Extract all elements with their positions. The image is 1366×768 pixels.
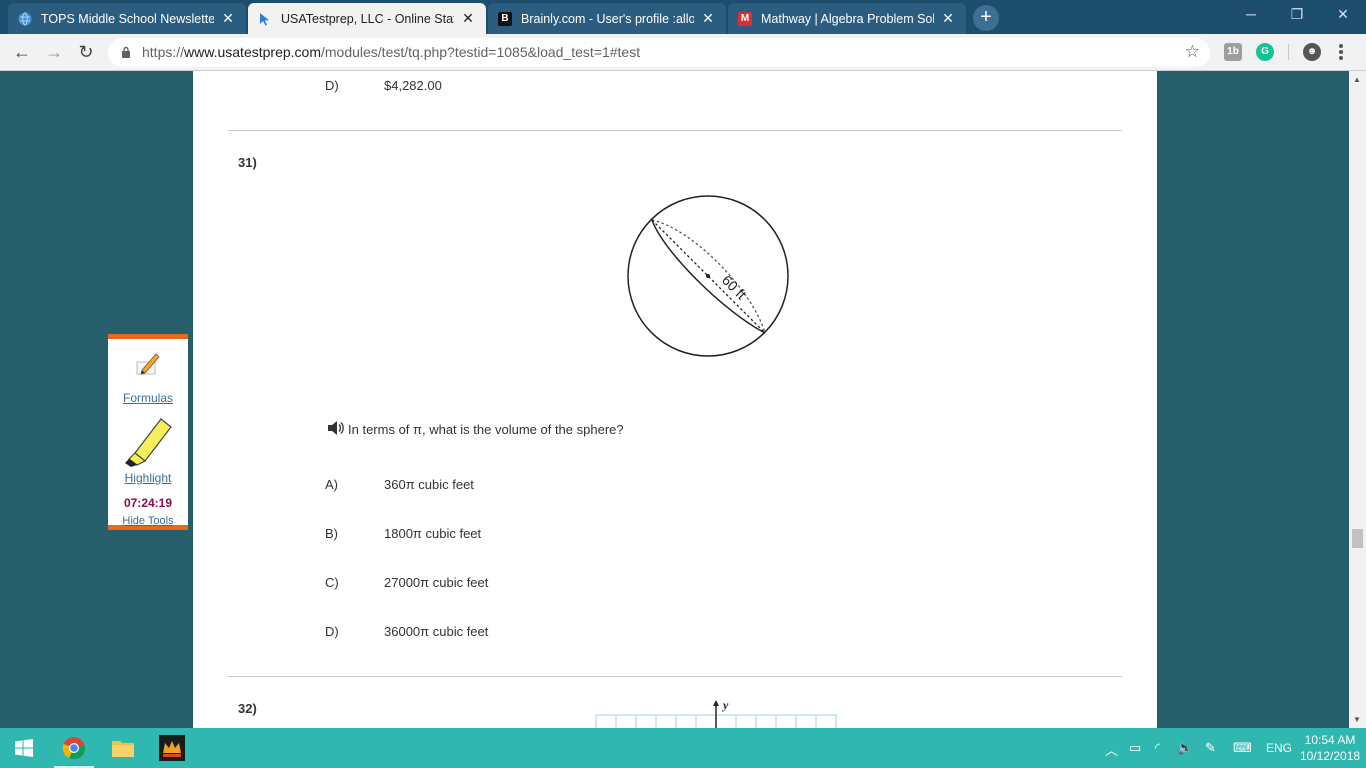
language-indicator[interactable]: ENG (1266, 741, 1292, 755)
tab-title: TOPS Middle School Newsletter (41, 11, 214, 26)
prev-option-text[interactable]: $4,282.00 (384, 78, 442, 93)
back-arrow-icon[interactable]: ← (11, 41, 33, 63)
sphere-diagram: 60 ft (627, 195, 789, 357)
close-tab-icon[interactable]: ✕ (700, 10, 716, 27)
test-timer: 07:24:19 (123, 496, 173, 510)
lock-icon (122, 46, 130, 58)
close-tab-icon[interactable]: ✕ (940, 10, 956, 27)
globe-icon (18, 11, 32, 26)
minimize-icon[interactable]: ─ (1241, 6, 1261, 22)
close-tab-icon[interactable]: ✕ (460, 10, 476, 27)
option-c-letter[interactable]: C) (325, 575, 339, 590)
chrome-taskbar-icon[interactable] (50, 728, 98, 768)
pen-icon[interactable]: ✎ (1205, 740, 1216, 756)
volume-icon[interactable]: 🔈 (1177, 740, 1193, 756)
y-axis-label: y (721, 698, 729, 712)
tab-strip: TOPS Middle School Newsletter ✕ USATestp… (0, 0, 1366, 34)
option-a-letter[interactable]: A) (325, 477, 338, 492)
option-d-text[interactable]: 36000π cubic feet (384, 624, 488, 639)
brainly-logo-icon: B (498, 11, 512, 26)
windows-start-icon[interactable] (0, 728, 48, 768)
kebab-menu-icon[interactable] (1338, 43, 1344, 61)
clock-time: 10:54 AM (1304, 733, 1356, 747)
clock-date: 10/12/2018 (1300, 749, 1361, 763)
show-hidden-icons-icon[interactable]: ︿ (1105, 740, 1118, 759)
reload-icon[interactable]: ↻ (75, 41, 97, 63)
question-number: 31) (238, 155, 257, 170)
option-b-text[interactable]: 1800π cubic feet (384, 526, 481, 541)
url-scheme: https:// (142, 44, 185, 60)
tab-tops-newsletter[interactable]: TOPS Middle School Newsletter ✕ (8, 3, 246, 34)
option-b-letter[interactable]: B) (325, 526, 338, 541)
next-question-number: 32) (238, 701, 257, 716)
question-divider (228, 676, 1122, 677)
tab-title: Brainly.com - User's profile :allonsoc (521, 11, 694, 26)
scroll-down-icon[interactable]: ▼ (1353, 715, 1361, 724)
page-scrollbar[interactable]: ▲ ▼ (1349, 71, 1366, 728)
wifi-icon[interactable]: ◜ (1155, 740, 1160, 756)
tab-title: USATestprep, LLC - Online State-Specific (281, 11, 454, 26)
file-explorer-icon[interactable] (99, 728, 147, 768)
battery-icon[interactable]: ▭ (1129, 740, 1141, 756)
forward-arrow-icon[interactable]: → (43, 41, 65, 63)
extension-1b-icon[interactable]: 1b (1224, 43, 1242, 61)
tab-usatestprep[interactable]: USATestprep, LLC - Online State-Specific… (248, 3, 486, 34)
game-app-icon[interactable] (148, 728, 196, 768)
toolbar-separator (1288, 44, 1289, 60)
diameter-label: 60 ft (719, 272, 750, 303)
test-page: D) $4,282.00 31) 60 ft In terms of π, wh… (193, 71, 1157, 728)
url-text: https://www.usatestprep.com/modules/test… (142, 44, 640, 60)
keyboard-icon[interactable]: ⌨ (1233, 740, 1252, 756)
formulas-link[interactable]: Formulas (108, 391, 188, 405)
question-text: In terms of π, what is the volume of the… (348, 422, 624, 437)
option-c-text[interactable]: 27000π cubic feet (384, 575, 488, 590)
speaker-icon[interactable] (327, 420, 345, 436)
scroll-thumb[interactable] (1352, 529, 1363, 548)
taskbar-clock[interactable]: 10:54 AM 10/12/2018 (1300, 732, 1360, 764)
address-bar[interactable]: https://www.usatestprep.com/modules/test… (108, 38, 1210, 67)
highlighter-icon[interactable] (121, 413, 175, 467)
cursor-arrow-icon (258, 12, 272, 26)
bookmark-star-icon[interactable]: ☆ (1185, 42, 1200, 62)
tab-title: Mathway | Algebra Problem Solver (761, 11, 934, 26)
question-divider (228, 130, 1122, 131)
mathway-logo-icon: M (738, 11, 752, 26)
new-tab-button[interactable]: + (973, 5, 999, 31)
coordinate-grid: y (595, 698, 837, 728)
windows-taskbar: ︿ ▭ ◜ 🔈 ✎ ⌨ ENG 10:54 AM 10/12/2018 (0, 728, 1366, 768)
prev-option-letter: D) (325, 78, 339, 93)
browser-toolbar: ← → ↻ https://www.usatestprep.com/module… (0, 34, 1366, 71)
close-tab-icon[interactable]: ✕ (220, 10, 236, 27)
tools-panel: Formulas Highlight 07:24:19 Hide Tools (108, 334, 188, 530)
option-a-text[interactable]: 360π cubic feet (384, 477, 474, 492)
pencil-icon[interactable] (134, 350, 162, 378)
option-d-letter[interactable]: D) (325, 624, 339, 639)
restore-icon[interactable]: ❐ (1287, 6, 1307, 23)
hide-tools-link[interactable]: Hide Tools (108, 515, 188, 527)
scroll-up-icon[interactable]: ▲ (1353, 75, 1361, 84)
tab-brainly[interactable]: B Brainly.com - User's profile :allonsoc… (488, 3, 726, 34)
highlight-link[interactable]: Highlight (108, 471, 188, 485)
url-host: www.usatestprep.com (184, 44, 321, 60)
close-window-icon[interactable]: ✕ (1333, 6, 1353, 23)
profile-avatar-icon[interactable]: ☻ (1303, 43, 1321, 61)
url-path: /modules/test/tq.php?testid=1085&load_te… (320, 44, 641, 60)
grammarly-icon[interactable]: G (1256, 43, 1274, 61)
tab-mathway[interactable]: M Mathway | Algebra Problem Solver ✕ (728, 3, 966, 34)
